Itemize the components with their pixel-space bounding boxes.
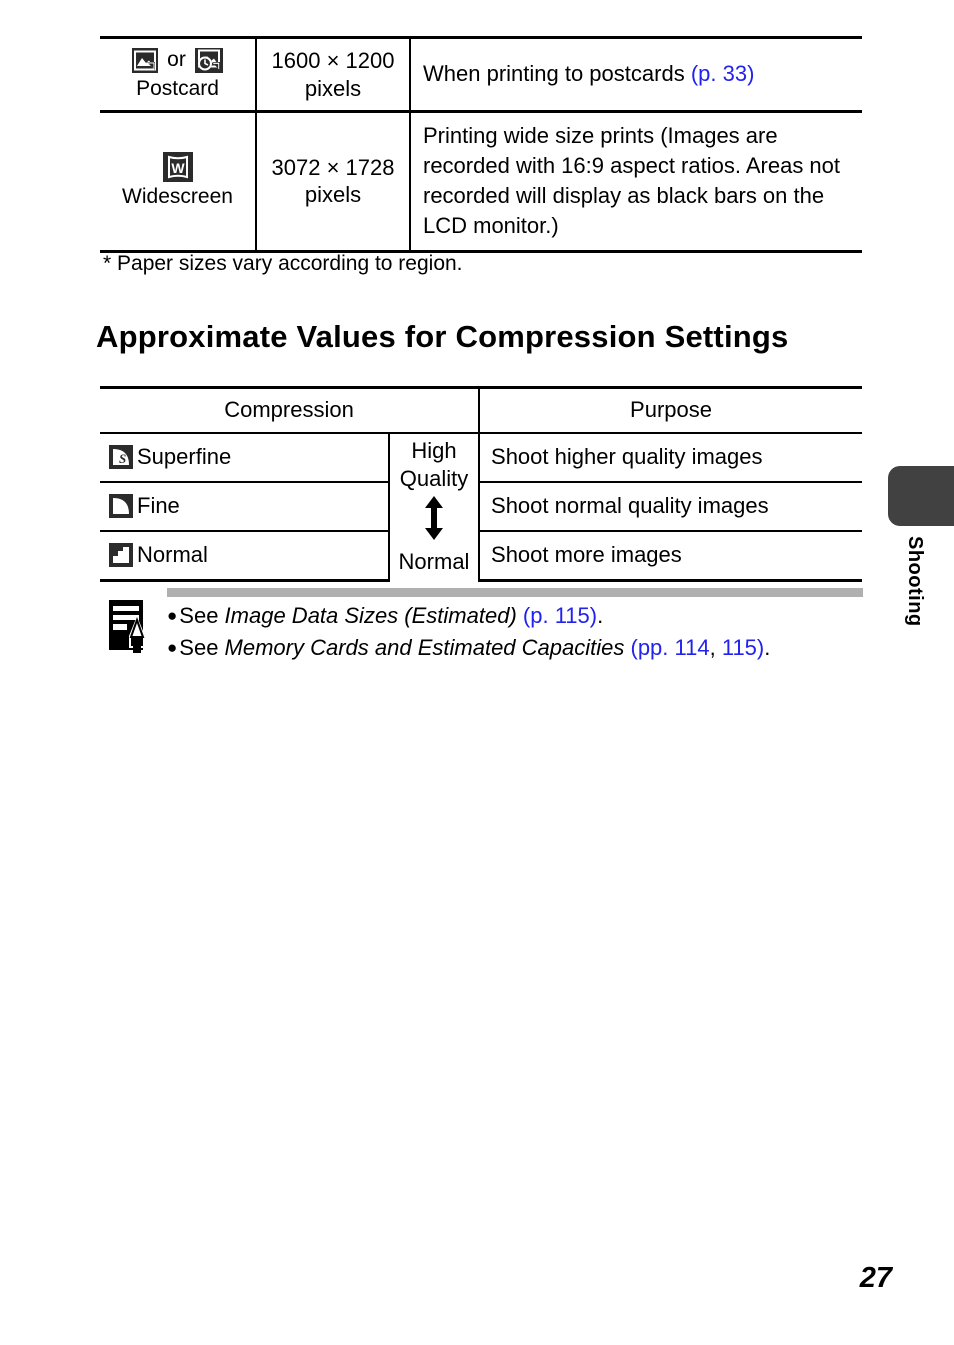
size-row-purpose-widescreen: Printing wide size prints (Images are re… xyxy=(409,110,862,253)
page-number: 27 xyxy=(859,1262,892,1294)
compression-purpose-normal: Shoot more images xyxy=(478,529,863,582)
compression-row-fine: Fine xyxy=(100,480,389,531)
note-divider-bar xyxy=(167,588,863,597)
quality-scale: High Quality Normal xyxy=(387,431,480,581)
quality-high-line1: High xyxy=(411,438,457,463)
page-reference-link[interactable]: (pp. 114 xyxy=(631,635,710,660)
compression-name: Fine xyxy=(137,493,180,519)
widescreen-mode-icon: W xyxy=(162,152,193,183)
compression-purpose-fine: Shoot normal quality images xyxy=(478,480,863,531)
size-row-pixels-widescreen: 3072 × 1728 pixels xyxy=(255,110,410,253)
compression-name: Superfine xyxy=(137,444,232,470)
image-size-table: or Postcard 1600 × 1200 pixels When prin… xyxy=(100,36,862,253)
table-row: or Postcard 1600 × 1200 pixels When prin… xyxy=(100,36,862,112)
chapter-tab-marker xyxy=(888,466,954,526)
size-row-label-postcard: or Postcard xyxy=(100,36,256,112)
memo-pencil-icon xyxy=(107,598,153,656)
page-reference-link[interactable]: (p. 33) xyxy=(691,61,755,86)
table-row: W Widescreen 3072 × 1728 pixels Printing… xyxy=(100,110,862,253)
header-purpose: Purpose xyxy=(478,386,863,433)
compression-row-normal: Normal xyxy=(100,529,389,582)
bullet-icon: ● xyxy=(167,637,178,657)
page-title: Approximate Values for Compression Setti… xyxy=(96,318,789,354)
fine-icon xyxy=(109,494,133,519)
pixels-unit: pixels xyxy=(304,182,362,208)
bullet-icon: ● xyxy=(167,606,178,625)
quality-normal: Normal xyxy=(398,549,470,575)
note-text: ●See Image Data Sizes (Estimated) (p. 11… xyxy=(167,600,867,664)
size-row-label-text: Widescreen xyxy=(122,185,233,209)
size-row-pixels-postcard: 1600 × 1200 pixels xyxy=(255,36,410,112)
pixels-dimensions: 1600 × 1200 xyxy=(271,48,395,73)
note-prefix: See xyxy=(179,634,225,660)
size-row-label-text: Postcard xyxy=(136,76,219,100)
chapter-tab-label: Shooting xyxy=(904,536,926,627)
page-reference-link[interactable]: (p. 115) xyxy=(523,603,597,628)
note-suffix: . xyxy=(764,634,771,660)
normal-icon xyxy=(109,543,133,568)
page-reference-link-2[interactable]: 115) xyxy=(722,635,764,660)
date-stamp-icon xyxy=(194,47,223,73)
pixels-dimensions: 3072 × 1728 xyxy=(271,154,395,180)
superfine-icon: S xyxy=(109,445,133,470)
note-italic-title: Memory Cards and Estimated Capacities xyxy=(224,634,625,660)
size-row-conjunction: or xyxy=(167,48,186,72)
svg-text:S: S xyxy=(119,451,126,466)
compression-table: Compression Purpose S Superfine High Qua… xyxy=(100,386,863,582)
purpose-text: When printing to postcards xyxy=(423,61,691,87)
table-row: S Superfine High Quality Normal Shoot hi… xyxy=(100,431,863,581)
document-page: or Postcard 1600 × 1200 pixels When prin… xyxy=(0,0,954,1345)
compression-name: Normal xyxy=(137,542,208,568)
table-footnote: * Paper sizes vary according to region. xyxy=(103,252,463,275)
quality-high-line2: Quality xyxy=(399,465,469,491)
pixels-unit: pixels xyxy=(304,75,362,101)
header-compression: Compression xyxy=(100,386,480,433)
postcard-mode-icon xyxy=(132,47,159,73)
note-line-2: ●See Memory Cards and Estimated Capaciti… xyxy=(167,632,867,664)
up-down-arrow-icon xyxy=(421,495,447,548)
table-row: Normal Shoot more images xyxy=(100,529,863,582)
table-row: Fine Shoot normal quality images xyxy=(100,480,863,531)
note-prefix: See xyxy=(179,603,225,628)
size-row-purpose-postcard: When printing to postcards (p. 33) xyxy=(409,36,862,112)
size-row-label-widescreen: W Widescreen xyxy=(100,110,256,253)
table-header-row: Compression Purpose xyxy=(100,386,863,433)
svg-text:W: W xyxy=(171,160,185,176)
compression-purpose-superfine: Shoot higher quality images xyxy=(478,432,863,482)
note-separator: , xyxy=(709,634,722,660)
note-line-1: ●See Image Data Sizes (Estimated) (p. 11… xyxy=(167,600,867,632)
compression-row-superfine: S Superfine xyxy=(100,432,389,482)
note-suffix: . xyxy=(597,603,604,628)
note-italic-title: Image Data Sizes (Estimated) xyxy=(224,603,517,628)
